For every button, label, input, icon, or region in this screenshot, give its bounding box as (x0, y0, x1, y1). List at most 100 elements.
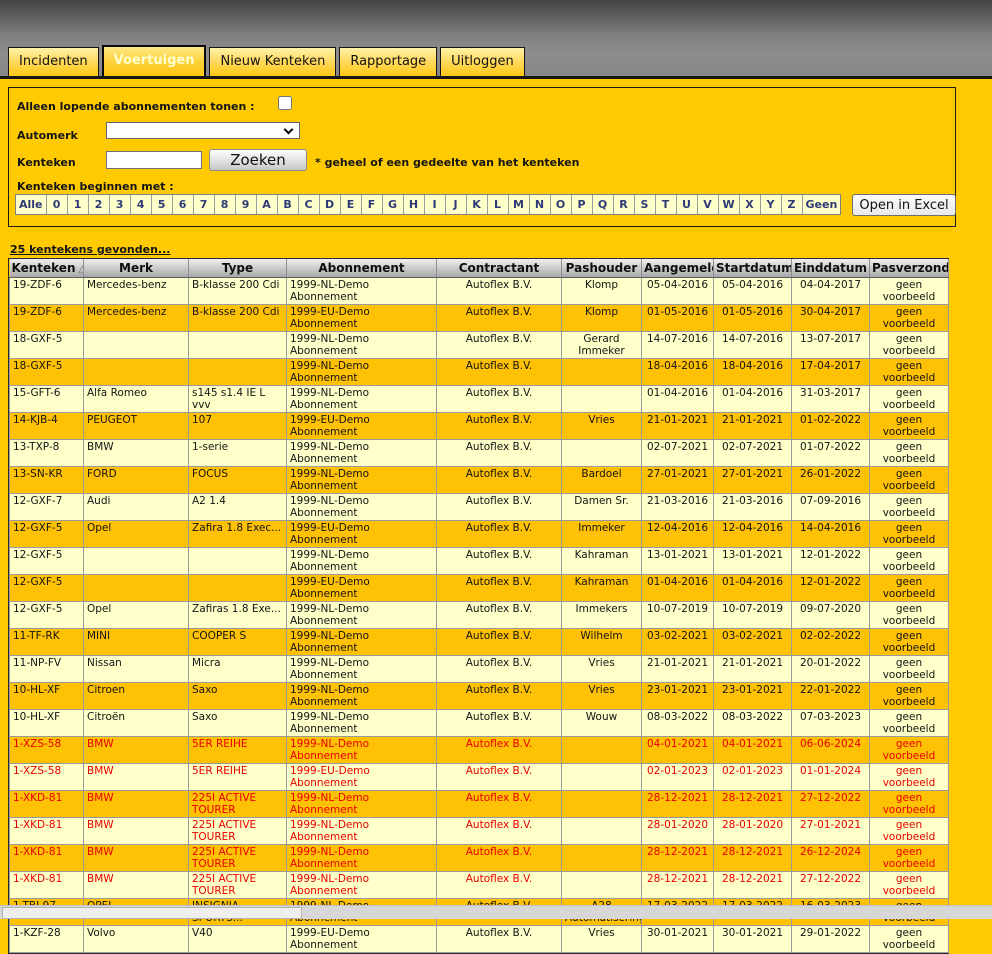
table-row[interactable]: 12-GXF-5OpelZafira 1.8 Exec...1999-EU-De… (10, 520, 949, 547)
zoeken-button[interactable]: Zoeken (209, 149, 307, 171)
table-row[interactable]: 10-HL-XFCitroenSaxo1999-NL-Demo Abonneme… (10, 682, 949, 709)
table-row[interactable]: 11-NP-FVNissanMicra1999-NL-Demo Abonneme… (10, 655, 949, 682)
table-row[interactable]: 1-XKD-81BMW225I ACTIVE TOURER1999-NL-Dem… (10, 790, 949, 817)
letter-filter-s[interactable]: S (635, 195, 656, 214)
column-header-contractant[interactable]: Contractant (437, 259, 562, 277)
table-row[interactable]: 1-XZS-58BMW5ER REIHE1999-EU-Demo Abonnem… (10, 763, 949, 790)
table-row[interactable]: 13-SN-KRFORDFOCUS1999-NL-Demo Abonnement… (10, 466, 949, 493)
automerk-select[interactable] (106, 122, 300, 139)
letter-filter-k[interactable]: K (467, 195, 488, 214)
letter-filter-q[interactable]: Q (593, 195, 614, 214)
horizontal-scrollbar[interactable] (0, 905, 992, 919)
vehicles-table-body: 19-ZDF-6Mercedes-benzB-klasse 200 Cdi199… (10, 277, 949, 952)
table-row[interactable]: 1-KZF-28VolvoV401999-EU-Demo AbonnementA… (10, 925, 949, 952)
letter-filter-6[interactable]: 6 (173, 195, 194, 214)
column-header-abonnement[interactable]: Abonnement (287, 259, 437, 277)
letter-filter-9[interactable]: 9 (236, 195, 257, 214)
letter-filter-f[interactable]: F (362, 195, 383, 214)
letter-filter-7[interactable]: 7 (194, 195, 215, 214)
letter-filter-8[interactable]: 8 (215, 195, 236, 214)
horizontal-scrollbar-thumb[interactable] (2, 907, 302, 919)
table-row[interactable]: 1-XKD-81BMW225I ACTIVE TOURER1999-NL-Dem… (10, 817, 949, 844)
cell-contractant: Autoflex B.V. (437, 547, 562, 574)
cell-startdatum: 01-04-2016 (714, 574, 792, 601)
column-header-pasverzonden[interactable]: Pasverzonden (870, 259, 949, 277)
cell-aangemeld: 12-04-2016 (642, 520, 714, 547)
letter-filter-y[interactable]: Y (761, 195, 782, 214)
letter-filter-h[interactable]: H (404, 195, 425, 214)
letter-filter-a[interactable]: A (257, 195, 278, 214)
letter-filter-4[interactable]: 4 (131, 195, 152, 214)
table-row[interactable]: 14-KJB-4PEUGEOT1071999-EU-Demo Abonnemen… (10, 412, 949, 439)
tab-rapportage[interactable]: Rapportage (339, 47, 437, 76)
letter-filter-5[interactable]: 5 (152, 195, 173, 214)
letter-filter-2[interactable]: 2 (89, 195, 110, 214)
cell-merk (84, 358, 189, 385)
letter-filter-r[interactable]: R (614, 195, 635, 214)
cell-type (189, 574, 287, 601)
column-header-type[interactable]: Type (189, 259, 287, 277)
letter-filter-o[interactable]: O (551, 195, 572, 214)
column-header-merk[interactable]: Merk (84, 259, 189, 277)
letter-filter-x[interactable]: X (740, 195, 761, 214)
letter-filter-b[interactable]: B (278, 195, 299, 214)
table-row[interactable]: 11-TF-RKMINICOOPER S1999-NL-Demo Abonnem… (10, 628, 949, 655)
table-row[interactable]: 15-GFT-6Alfa Romeos145 s1.4 IE L vvv1999… (10, 385, 949, 412)
table-row[interactable]: 18-GXF-51999-NL-Demo AbonnementAutoflex … (10, 358, 949, 385)
only-active-checkbox[interactable] (278, 96, 292, 110)
letter-filter-n[interactable]: N (530, 195, 551, 214)
table-row[interactable]: 18-GXF-51999-NL-Demo AbonnementAutoflex … (10, 331, 949, 358)
letter-filter-m[interactable]: M (509, 195, 530, 214)
letter-filter-3[interactable]: 3 (110, 195, 131, 214)
letter-filter-0[interactable]: 0 (47, 195, 68, 214)
cell-kenteken: 12-GXF-5 (10, 601, 84, 628)
letter-filter-c[interactable]: C (299, 195, 320, 214)
column-header-kenteken[interactable]: Kenteken△ (10, 259, 84, 277)
tab-uitloggen[interactable]: Uitloggen (440, 47, 525, 76)
letter-filter-geen[interactable]: Geen (803, 195, 841, 214)
cell-pashouder: Gerard Immeker (562, 331, 642, 358)
table-row[interactable]: 19-ZDF-6Mercedes-benzB-klasse 200 Cdi199… (10, 277, 949, 304)
open-in-excel-button[interactable]: Open in Excel (852, 194, 956, 216)
cell-contractant: Autoflex B.V. (437, 493, 562, 520)
letter-filter-v[interactable]: V (698, 195, 719, 214)
tab-nieuw-kenteken[interactable]: Nieuw Kenteken (209, 47, 336, 76)
tab-incidenten[interactable]: Incidenten (8, 47, 99, 76)
column-header-pashouder[interactable]: Pashouder (562, 259, 642, 277)
column-header-startdatum[interactable]: Startdatum (714, 259, 792, 277)
cell-startdatum: 30-01-2021 (714, 925, 792, 952)
table-row[interactable]: 1-XZS-58BMW5ER REIHE1999-NL-Demo Abonnem… (10, 736, 949, 763)
letter-filter-p[interactable]: P (572, 195, 593, 214)
cell-aangemeld: 28-01-2020 (642, 817, 714, 844)
table-row[interactable]: 1-XKD-81BMW225I ACTIVE TOURER1999-NL-Dem… (10, 844, 949, 871)
cell-pashouder (562, 358, 642, 385)
cell-kenteken: 15-GFT-6 (10, 385, 84, 412)
letter-filter-l[interactable]: L (488, 195, 509, 214)
table-row[interactable]: 12-GXF-7AudiA2 1.41999-NL-Demo Abonnemen… (10, 493, 949, 520)
letter-filter-w[interactable]: W (719, 195, 740, 214)
kenteken-input[interactable] (106, 151, 202, 169)
letter-filter-t[interactable]: T (656, 195, 677, 214)
table-row[interactable]: 12-GXF-51999-EU-Demo AbonnementAutoflex … (10, 574, 949, 601)
letter-filter-e[interactable]: E (341, 195, 362, 214)
table-row[interactable]: 10-HL-XFCitroënSaxo1999-NL-Demo Abonneme… (10, 709, 949, 736)
letter-filter-j[interactable]: J (446, 195, 467, 214)
letter-filter-g[interactable]: G (383, 195, 404, 214)
table-row[interactable]: 19-ZDF-6Mercedes-benzB-klasse 200 Cdi199… (10, 304, 949, 331)
letter-filter-1[interactable]: 1 (68, 195, 89, 214)
table-row[interactable]: 13-TXP-8BMW1-serie1999-NL-Demo Abonnemen… (10, 439, 949, 466)
cell-type: 225I ACTIVE TOURER (189, 871, 287, 898)
table-row[interactable]: 1-XKD-81BMW225I ACTIVE TOURER1999-NL-Dem… (10, 871, 949, 898)
cell-aangemeld: 23-01-2021 (642, 682, 714, 709)
tab-voertuigen[interactable]: Voertuigen (102, 45, 207, 76)
cell-type: 1-serie (189, 439, 287, 466)
table-row[interactable]: 12-GXF-51999-NL-Demo AbonnementAutoflex … (10, 547, 949, 574)
letter-filter-u[interactable]: U (677, 195, 698, 214)
letter-filter-z[interactable]: Z (782, 195, 803, 214)
column-header-aangemeld[interactable]: Aangemeld (642, 259, 714, 277)
table-row[interactable]: 12-GXF-5OpelZafiras 1.8 Exe...1999-NL-De… (10, 601, 949, 628)
letter-filter-d[interactable]: D (320, 195, 341, 214)
letter-filter-alle[interactable]: Alle (16, 195, 47, 214)
column-header-einddatum[interactable]: Einddatum (792, 259, 870, 277)
letter-filter-i[interactable]: I (425, 195, 446, 214)
